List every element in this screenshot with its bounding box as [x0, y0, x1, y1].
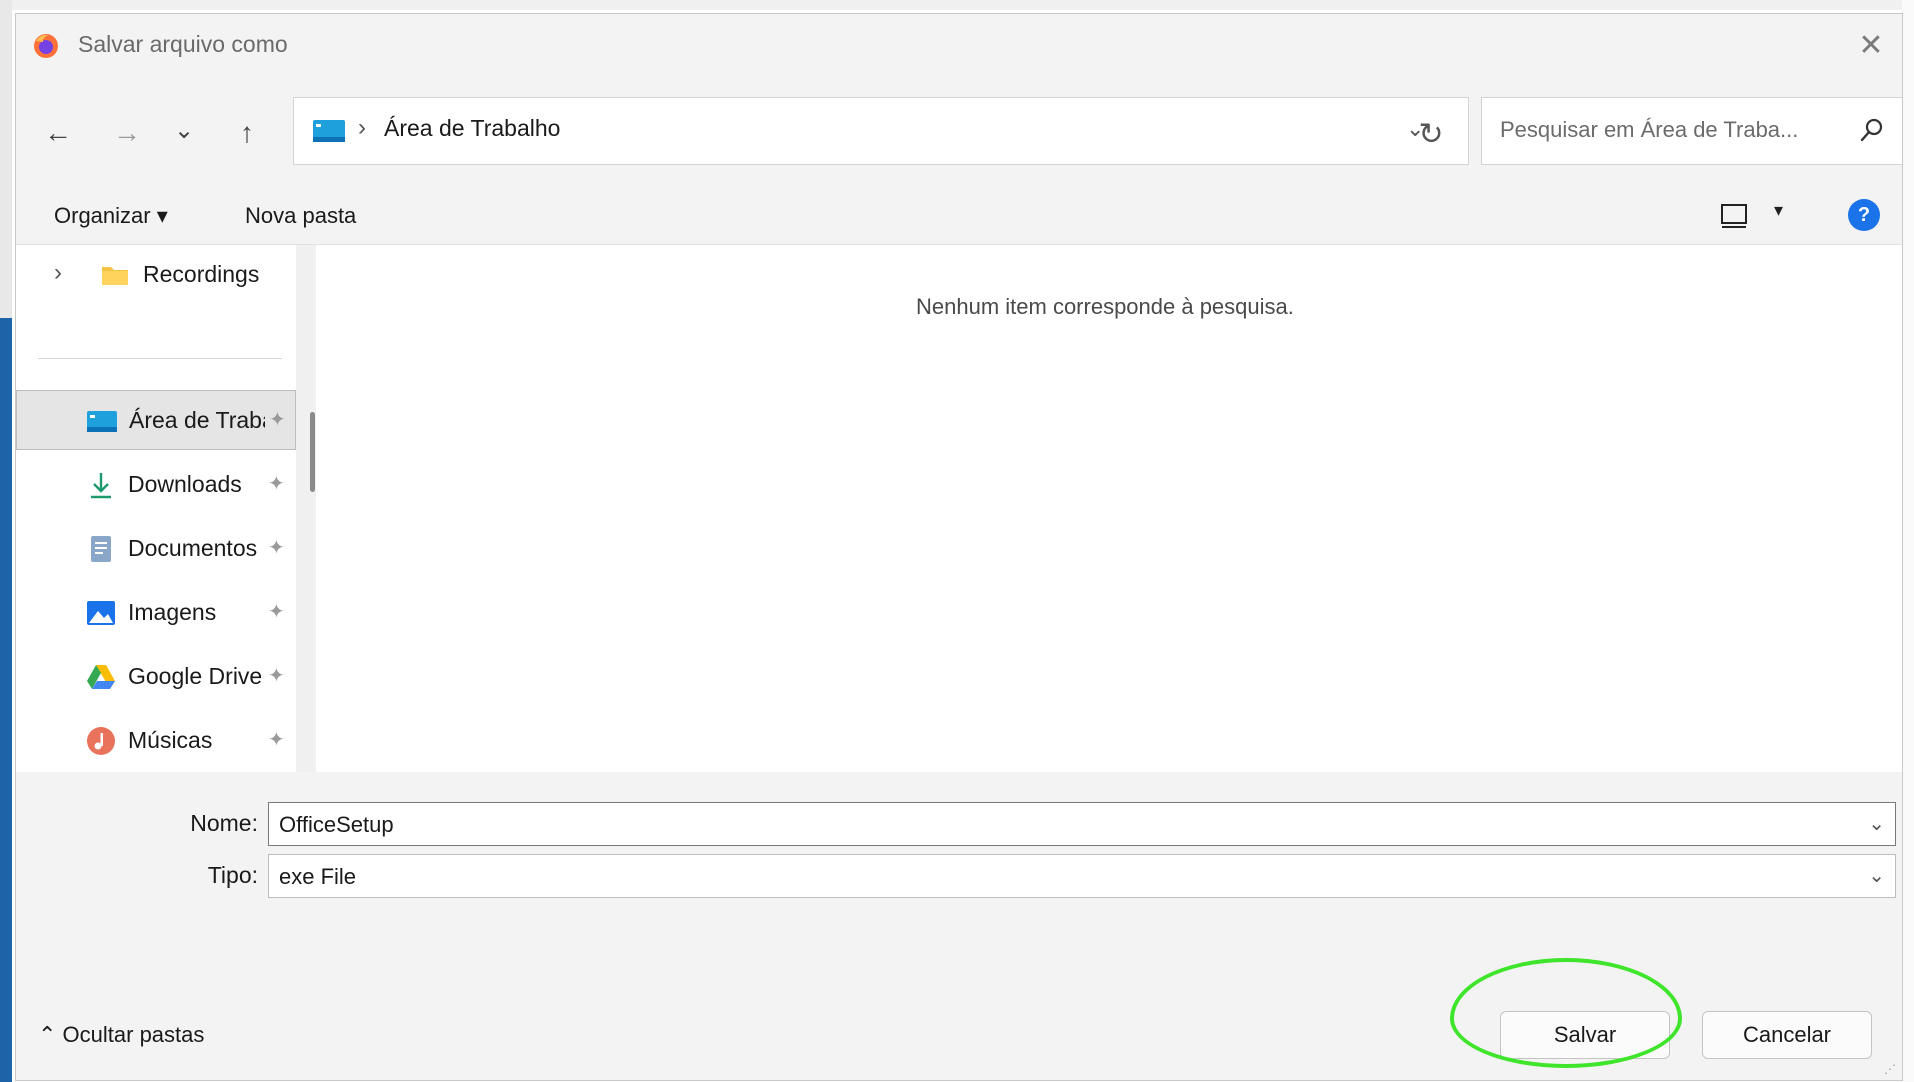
close-button[interactable]: ✕: [1840, 14, 1902, 76]
nav-item-label: Downloads: [128, 471, 242, 497]
view-options-caret-icon[interactable]: ▾: [1774, 200, 1783, 221]
nav-divider: [38, 358, 282, 359]
nav-item-label: Imagens: [128, 599, 217, 625]
chevron-down-icon[interactable]: ⌄: [1868, 811, 1885, 836]
content-area: › Recordings Área de Trabalho ✦: [16, 245, 1902, 772]
nav-item-pictures[interactable]: Imagens ✦: [16, 583, 296, 643]
desktop-icon: [313, 120, 345, 142]
refresh-icon: ↻: [1418, 117, 1444, 151]
arrow-up-icon: ↑: [240, 117, 254, 148]
hide-folders-button[interactable]: ⌃ Ocultar pastas: [38, 1022, 204, 1048]
save-button[interactable]: Salvar: [1500, 1011, 1670, 1059]
nav-item-documents[interactable]: Documentos ✦: [16, 519, 296, 579]
firefox-icon: [34, 34, 58, 58]
dialog-footer: ⌃ Ocultar pastas Salvar Cancelar ⋰: [16, 972, 1902, 1080]
arrow-left-icon: ←: [44, 117, 72, 148]
nav-item-desktop[interactable]: Área de Trabalho ✦: [16, 390, 296, 450]
nav-item-downloads[interactable]: Downloads ✦: [16, 455, 296, 515]
file-type-select[interactable]: exe File ⌄: [268, 854, 1896, 898]
nav-item-label: Google Drive: [128, 663, 263, 689]
refresh-button[interactable]: ↻: [1411, 114, 1451, 154]
resize-grip-icon[interactable]: ⋰: [1884, 1062, 1896, 1076]
search-input[interactable]: Pesquisar em Área de Traba...: [1500, 117, 1798, 143]
pin-icon: ✦: [268, 665, 285, 687]
dialog-title: Salvar arquivo como: [78, 31, 288, 57]
background-app-right: [1902, 0, 1914, 1082]
command-bar: Organizar ▾ Nova pasta ▾ ?: [16, 186, 1902, 245]
pin-icon: ✦: [269, 409, 286, 431]
help-icon[interactable]: ?: [1848, 199, 1880, 231]
cancel-button[interactable]: Cancelar: [1702, 1011, 1872, 1059]
file-type-value: exe File: [279, 864, 357, 889]
search-box[interactable]: Pesquisar em Área de Traba...: [1481, 97, 1902, 165]
nav-item-recordings[interactable]: › Recordings: [16, 245, 296, 305]
close-icon: ✕: [1858, 28, 1884, 62]
nav-item-label: Recordings: [143, 261, 260, 287]
download-icon: [91, 473, 111, 499]
name-label: Nome:: [190, 810, 258, 836]
file-name-input[interactable]: OfficeSetup: [279, 812, 394, 838]
title-bar: Salvar arquivo como ✕: [16, 14, 1902, 76]
nav-pane-scroll-thumb[interactable]: [310, 412, 315, 492]
view-mode-icon[interactable]: [1718, 199, 1750, 231]
organize-menu-button[interactable]: Organizar ▾: [54, 203, 168, 229]
pin-icon: ✦: [268, 537, 285, 559]
nav-pane-scrollbar[interactable]: [296, 245, 316, 772]
pin-icon: ✦: [268, 729, 285, 751]
save-file-dialog: Salvar arquivo como ✕ ← → ⌄ ↑ › Área de …: [15, 13, 1903, 1081]
arrow-right-icon: →: [113, 117, 141, 148]
address-bar[interactable]: › Área de Trabalho ⌄: [293, 97, 1469, 165]
background-app-left: [0, 0, 12, 318]
nav-item-label: Área de Trabalho: [129, 407, 265, 433]
desktop-icon: [87, 411, 117, 432]
nav-item-google-drive[interactable]: Google Drive ✦: [16, 647, 296, 707]
chevron-down-icon: ⌄: [173, 116, 195, 144]
background-app-blue-strip: [0, 318, 12, 1082]
breadcrumb-separator: ›: [358, 114, 366, 141]
search-icon: [1860, 118, 1883, 142]
background-app-top: [0, 0, 1914, 10]
recent-locations-button[interactable]: ⌄: [164, 110, 204, 150]
music-icon: [87, 727, 115, 755]
expand-chevron-icon[interactable]: ›: [54, 259, 62, 287]
folder-icon: [102, 267, 128, 285]
nav-item-label: Músicas: [128, 727, 213, 753]
up-button[interactable]: ↑: [227, 113, 267, 153]
chevron-down-icon[interactable]: ⌄: [1868, 863, 1885, 888]
save-form: Nome: OfficeSetup ⌄ Tipo: exe File ⌄: [16, 772, 1902, 972]
pin-icon: ✦: [268, 473, 285, 495]
new-folder-button[interactable]: Nova pasta: [245, 203, 356, 229]
google-drive-icon: [87, 665, 115, 689]
forward-button[interactable]: →: [107, 113, 147, 153]
breadcrumb-desktop[interactable]: Área de Trabalho: [384, 115, 560, 142]
nav-item-label: Documentos: [128, 535, 258, 561]
nav-item-music[interactable]: Músicas ✦: [16, 711, 296, 771]
pin-icon: ✦: [268, 601, 285, 623]
back-button[interactable]: ←: [38, 113, 78, 153]
navigation-pane: › Recordings Área de Trabalho ✦: [16, 245, 296, 772]
document-icon: [91, 536, 111, 562]
empty-results-message: Nenhum item corresponde à pesquisa.: [916, 294, 1294, 319]
file-name-field[interactable]: OfficeSetup ⌄: [268, 802, 1896, 846]
pictures-icon: [87, 601, 115, 625]
type-label: Tipo:: [207, 862, 258, 888]
